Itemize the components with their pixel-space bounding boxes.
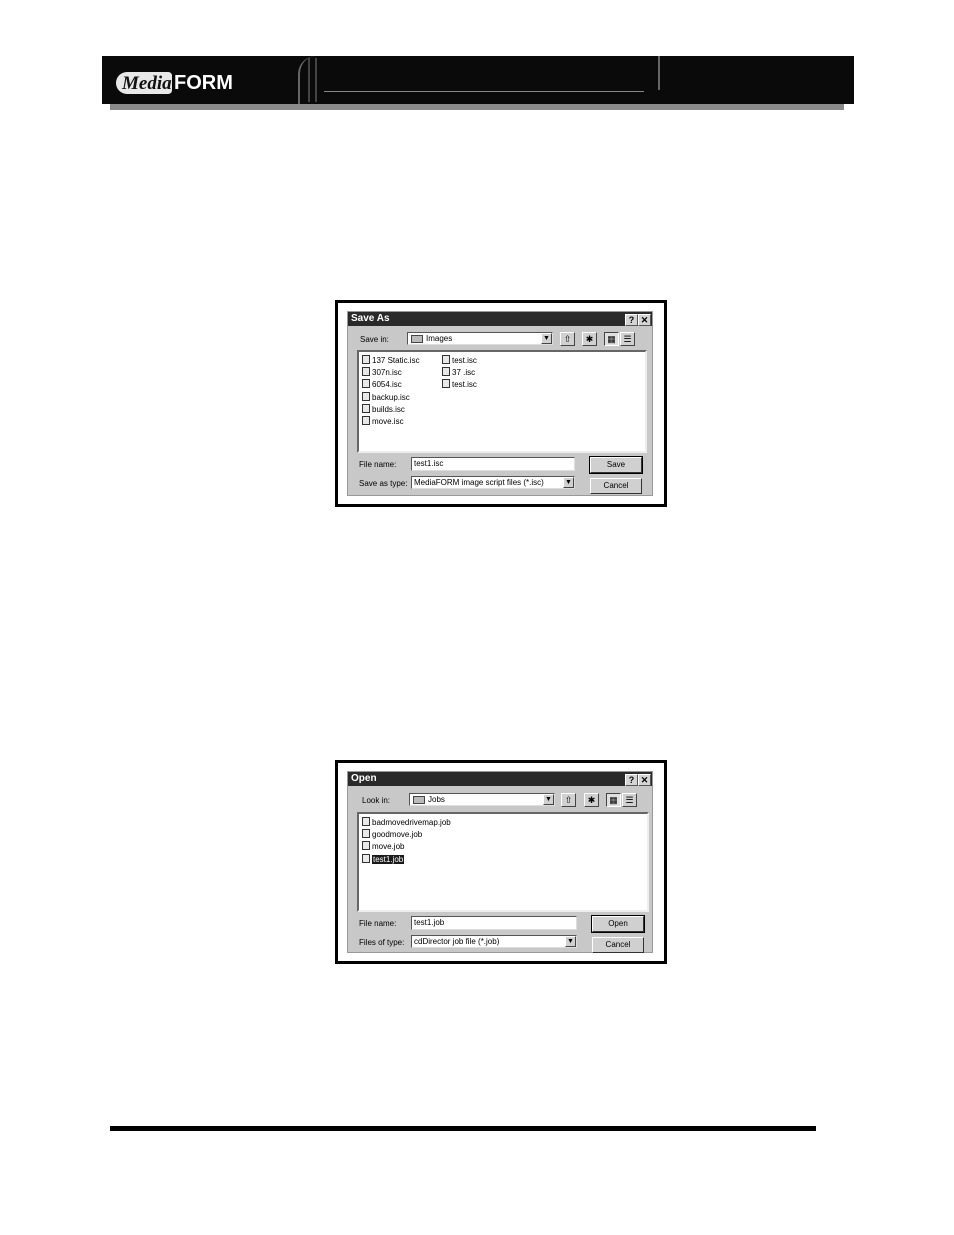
list-item[interactable]: move.isc bbox=[362, 416, 404, 428]
save-as-dialog: Save As ? ✕ Save in: Images ▼ ⇧ ✱ ▦ ☰ 13… bbox=[347, 311, 653, 496]
list-item[interactable]: 6054.isc bbox=[362, 379, 402, 391]
look-in-label: Look in: bbox=[362, 796, 391, 805]
type-label: Save as type: bbox=[359, 479, 408, 488]
cancel-button[interactable]: Cancel bbox=[592, 937, 644, 953]
list-item[interactable]: test.isc bbox=[442, 355, 477, 367]
file-icon bbox=[362, 367, 370, 376]
close-button[interactable]: ✕ bbox=[638, 774, 651, 786]
footer-rule bbox=[110, 1126, 816, 1131]
filename-field[interactable]: test1.isc bbox=[411, 457, 575, 471]
type-label: Files of type: bbox=[359, 938, 405, 947]
banner-rule bbox=[324, 91, 644, 92]
list-item[interactable]: badmovedrivemap.job bbox=[362, 817, 451, 829]
chevron-down-icon[interactable]: ▼ bbox=[543, 794, 554, 805]
look-in-value: Jobs bbox=[428, 795, 445, 804]
logo-text-media: Media bbox=[122, 73, 172, 94]
list-item[interactable]: backup.isc bbox=[362, 392, 410, 404]
new-folder-icon[interactable]: ✱ bbox=[584, 793, 599, 807]
up-folder-icon[interactable]: ⇧ bbox=[560, 332, 575, 346]
folder-icon bbox=[411, 335, 423, 343]
dialog-titlebar: Open ? ✕ bbox=[348, 772, 652, 786]
new-folder-icon[interactable]: ✱ bbox=[582, 332, 597, 346]
list-item[interactable]: builds.isc bbox=[362, 404, 405, 416]
save-in-dropdown[interactable]: Images ▼ bbox=[407, 332, 553, 345]
open-button[interactable]: Open bbox=[591, 915, 645, 933]
chevron-down-icon[interactable]: ▼ bbox=[541, 333, 552, 344]
filename-label: File name: bbox=[359, 919, 397, 928]
save-as-figure: Save As ? ✕ Save in: Images ▼ ⇧ ✱ ▦ ☰ 13… bbox=[335, 300, 667, 507]
list-view-icon[interactable]: ▦ bbox=[606, 793, 621, 807]
banner-divider bbox=[308, 58, 310, 102]
dialog-title: Open bbox=[351, 773, 377, 784]
file-list[interactable]: 137 Static.isc 307n.isc 6054.isc backup.… bbox=[357, 350, 647, 453]
header-banner: Media FORM bbox=[102, 56, 854, 104]
open-figure: Open ? ✕ Look in: Jobs ▼ ⇧ ✱ ▦ ☰ badmove… bbox=[335, 760, 667, 964]
logo-text-form: FORM bbox=[174, 72, 233, 94]
list-item[interactable]: test.isc bbox=[442, 379, 477, 391]
details-view-icon[interactable]: ☰ bbox=[622, 793, 637, 807]
up-folder-icon[interactable]: ⇧ bbox=[561, 793, 576, 807]
file-icon bbox=[442, 355, 450, 364]
file-icon bbox=[362, 416, 370, 425]
file-list[interactable]: badmovedrivemap.job goodmove.job move.jo… bbox=[357, 812, 649, 912]
chevron-down-icon[interactable]: ▼ bbox=[563, 477, 574, 488]
file-icon bbox=[362, 355, 370, 364]
filename-label: File name: bbox=[359, 460, 397, 469]
type-dropdown[interactable]: cdDirector job file (*.job) ▼ bbox=[411, 935, 577, 948]
file-icon bbox=[362, 392, 370, 401]
filename-value: test1.job bbox=[414, 918, 445, 927]
banner-shadow bbox=[110, 104, 844, 110]
type-value: cdDirector job file (*.job) bbox=[414, 937, 500, 946]
list-view-icon[interactable]: ▦ bbox=[604, 332, 619, 346]
list-item[interactable]: 37 .isc bbox=[442, 367, 475, 379]
save-in-label: Save in: bbox=[360, 335, 389, 344]
list-item[interactable]: move.job bbox=[362, 841, 404, 853]
chevron-down-icon[interactable]: ▼ bbox=[565, 936, 576, 947]
look-in-dropdown[interactable]: Jobs ▼ bbox=[409, 793, 555, 806]
banner-divider bbox=[658, 56, 660, 90]
dialog-titlebar: Save As ? ✕ bbox=[348, 312, 652, 326]
save-button[interactable]: Save bbox=[589, 456, 643, 474]
list-item[interactable]: 137 Static.isc bbox=[362, 355, 420, 367]
banner-divider bbox=[315, 58, 317, 102]
file-icon bbox=[442, 379, 450, 388]
file-icon bbox=[442, 367, 450, 376]
file-icon bbox=[362, 829, 370, 838]
file-icon bbox=[362, 817, 370, 826]
list-item[interactable]: goodmove.job bbox=[362, 829, 422, 841]
help-button[interactable]: ? bbox=[625, 314, 638, 326]
list-item[interactable]: 307n.isc bbox=[362, 367, 402, 379]
filename-value: test1.isc bbox=[414, 459, 444, 468]
close-button[interactable]: ✕ bbox=[638, 314, 651, 326]
type-dropdown[interactable]: MediaFORM image script files (*.isc) ▼ bbox=[411, 476, 575, 489]
file-icon bbox=[362, 404, 370, 413]
filename-field[interactable]: test1.job bbox=[411, 916, 577, 930]
help-button[interactable]: ? bbox=[625, 774, 638, 786]
file-icon bbox=[362, 854, 370, 863]
open-dialog: Open ? ✕ Look in: Jobs ▼ ⇧ ✱ ▦ ☰ badmove… bbox=[347, 771, 653, 953]
cancel-button[interactable]: Cancel bbox=[590, 478, 642, 494]
details-view-icon[interactable]: ☰ bbox=[620, 332, 635, 346]
folder-icon bbox=[413, 796, 425, 804]
list-item-selected[interactable]: test1.job bbox=[362, 854, 405, 866]
type-value: MediaFORM image script files (*.isc) bbox=[414, 478, 544, 487]
dialog-title: Save As bbox=[351, 313, 390, 324]
mediaform-logo: Media FORM bbox=[102, 56, 308, 104]
file-icon bbox=[362, 841, 370, 850]
save-in-value: Images bbox=[426, 334, 453, 343]
file-icon bbox=[362, 379, 370, 388]
